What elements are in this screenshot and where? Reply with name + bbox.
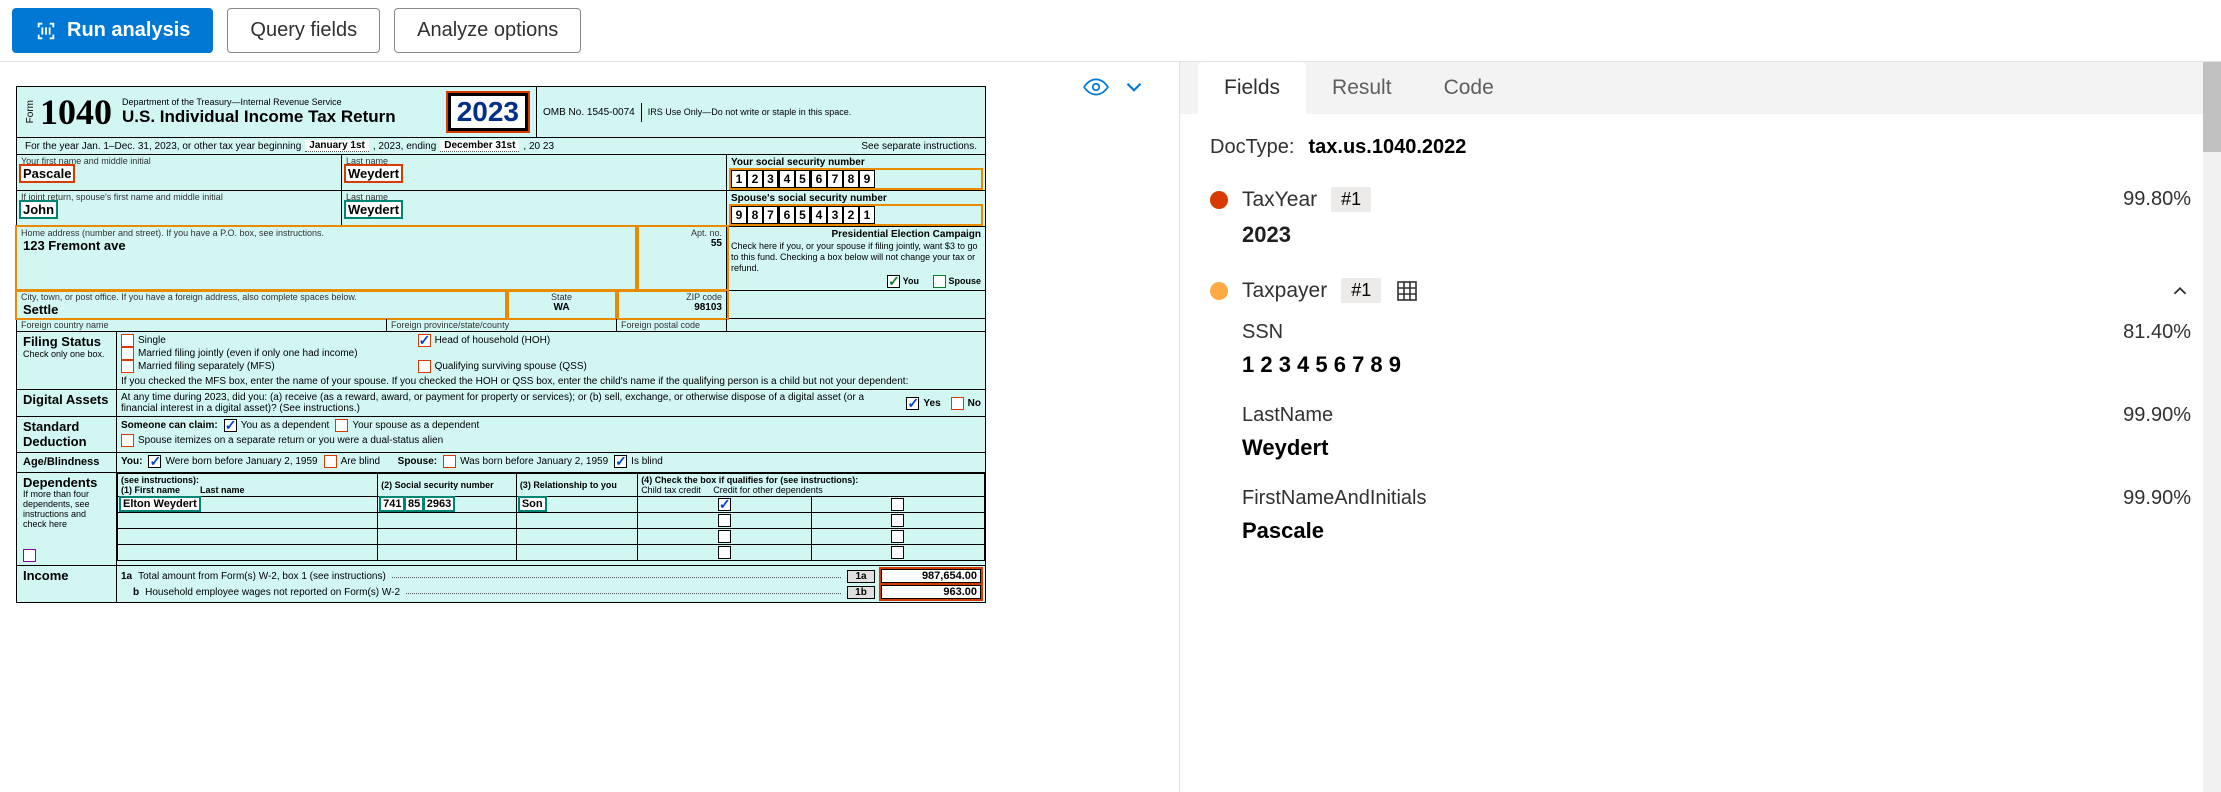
da-no-checkbox[interactable] <box>951 397 964 410</box>
hoh-checkbox[interactable] <box>418 334 431 347</box>
results-pane: Fields Result Code DocType: tax.us.1040.… <box>1180 62 2221 792</box>
subfield-ssn[interactable]: SSN 81.40% 1 2 3 4 5 6 7 8 9 <box>1242 321 2191 378</box>
address-field: 123 Fremont ave <box>21 238 128 253</box>
dept-label: Department of the Treasury—Internal Reve… <box>122 97 396 107</box>
city-field: Settle <box>21 302 60 317</box>
omb-number: OMB No. 1545-0074 <box>537 103 642 122</box>
spouse-ssn-label: Spouse's social security number <box>731 193 981 204</box>
irs-use-only: IRS Use Only—Do not write or staple in t… <box>642 103 985 121</box>
field-badge: #1 <box>1331 187 1371 212</box>
ssn-digits: 123456789 <box>731 170 981 188</box>
run-analysis-button[interactable]: Run analysis <box>12 8 213 53</box>
sp-born-checkbox[interactable] <box>443 455 456 468</box>
subfield-value: 1 2 3 4 5 6 7 8 9 <box>1242 352 2191 378</box>
income-1b-amount: 963.00 <box>881 585 981 599</box>
document-preview-pane: Form 1040 Department of the Treasury—Int… <box>0 62 1180 792</box>
scrollbar-thumb[interactable] <box>2203 62 2221 152</box>
zip-field: 98103 <box>694 302 722 313</box>
sd-spouse-checkbox[interactable] <box>335 419 348 432</box>
field-name: Taxpayer <box>1242 279 1327 303</box>
doctype-row: DocType: tax.us.1040.2022 <box>1210 136 2191 159</box>
subfield-confidence: 81.40% <box>2123 321 2191 344</box>
pec-spouse-checkbox[interactable] <box>933 275 946 288</box>
dep-name: Elton Weydert <box>121 498 199 510</box>
pec-you-checkbox[interactable] <box>887 275 900 288</box>
eye-icon[interactable] <box>1083 74 1109 100</box>
income-label: Income <box>17 566 117 602</box>
mfj-checkbox[interactable] <box>121 347 134 360</box>
chevron-up-icon[interactable] <box>2169 280 2191 302</box>
see-instructions: See separate instructions. <box>861 141 977 152</box>
tab-fields[interactable]: Fields <box>1198 62 1306 114</box>
mfs-checkbox[interactable] <box>121 360 134 373</box>
dependents-label: Dependents <box>23 475 97 490</box>
field-confidence: 99.80% <box>2123 188 2191 211</box>
results-tabs: Fields Result Code <box>1180 62 2221 114</box>
subfield-value: Weydert <box>1242 435 2191 461</box>
std-deduction-label: Standard Deduction <box>17 417 117 452</box>
dependent-row: Elton Weydert 741 85 2963 Son <box>118 496 985 512</box>
scrollbar[interactable] <box>2203 62 2221 792</box>
dep-more-checkbox[interactable] <box>23 549 36 562</box>
da-yes-checkbox[interactable] <box>906 397 919 410</box>
chevron-down-icon[interactable] <box>1121 74 1147 100</box>
you-born-checkbox[interactable] <box>148 455 161 468</box>
state-field: WA <box>553 302 569 313</box>
sp-blind-checkbox[interactable] <box>614 455 627 468</box>
form-number: 1040 <box>40 91 112 133</box>
field-taxyear[interactable]: TaxYear #1 99.80% 2023 <box>1210 187 2191 248</box>
dep-odc-checkbox[interactable] <box>891 498 904 511</box>
filing-status-label: Filing Status <box>23 334 101 349</box>
dependents-table: (see instructions):(1) First name Last n… <box>117 473 985 561</box>
table-icon[interactable] <box>1395 279 1419 303</box>
subfield-confidence: 99.90% <box>2123 404 2191 427</box>
first-name-field: Pascale <box>21 166 73 181</box>
pec-text: Check here if you, or your spouse if fil… <box>731 241 981 273</box>
spouse-ssn-digits: 987654321 <box>731 206 981 224</box>
subfield-lastname[interactable]: LastName 99.90% Weydert <box>1242 404 2191 461</box>
digital-assets-label: Digital Assets <box>17 390 117 416</box>
toolbar: Run analysis Query fields Analyze option… <box>0 0 2221 62</box>
tab-result[interactable]: Result <box>1306 62 1418 114</box>
status-dot-icon <box>1210 191 1228 209</box>
subfield-value: Pascale <box>1242 518 2191 544</box>
run-analysis-label: Run analysis <box>67 19 190 42</box>
begin-date: January 1st <box>305 140 369 152</box>
tax-year-box: 2023 <box>448 93 528 131</box>
subfield-confidence: 99.90% <box>2123 487 2191 510</box>
scan-icon <box>35 20 57 42</box>
field-value: 2023 <box>1242 222 2191 248</box>
apt-field: 55 <box>711 238 722 249</box>
spouse-last-field: Weydert <box>346 202 401 217</box>
query-fields-button[interactable]: Query fields <box>227 8 380 53</box>
analyze-options-button[interactable]: Analyze options <box>394 8 581 53</box>
age-blind-label: Age/Blindness <box>17 453 117 472</box>
ssn-label: Your social security number <box>731 157 981 168</box>
sd-you-checkbox[interactable] <box>224 419 237 432</box>
spouse-first-field: John <box>21 202 56 217</box>
form-1040-document: Form 1040 Department of the Treasury—Int… <box>16 86 986 603</box>
field-taxpayer[interactable]: Taxpayer #1 SSN 81.40% 1 2 3 4 5 6 7 8 9 <box>1210 278 2191 544</box>
you-blind-checkbox[interactable] <box>324 455 337 468</box>
subfield-firstname[interactable]: FirstNameAndInitials 99.90% Pascale <box>1242 487 2191 544</box>
period-prefix: For the year Jan. 1–Dec. 31, 2023, or ot… <box>25 141 301 152</box>
tab-code[interactable]: Code <box>1418 62 1520 114</box>
end-date: December 31st <box>440 140 519 152</box>
dep-ctc-checkbox[interactable] <box>718 498 731 511</box>
doctype-label: DocType: <box>1210 136 1294 159</box>
field-name: TaxYear <box>1242 188 1317 212</box>
form-title: U.S. Individual Income Tax Return <box>122 107 396 127</box>
income-1a-amount: 987,654.00 <box>881 569 981 583</box>
qss-checkbox[interactable] <box>418 360 431 373</box>
sd-itemize-checkbox[interactable] <box>121 434 134 447</box>
pec-heading: Presidential Election Campaign <box>731 229 981 241</box>
field-badge: #1 <box>1341 278 1381 303</box>
single-checkbox[interactable] <box>121 334 134 347</box>
doctype-value: tax.us.1040.2022 <box>1308 136 1466 159</box>
status-dot-icon <box>1210 282 1228 300</box>
last-name-field: Weydert <box>346 166 401 181</box>
